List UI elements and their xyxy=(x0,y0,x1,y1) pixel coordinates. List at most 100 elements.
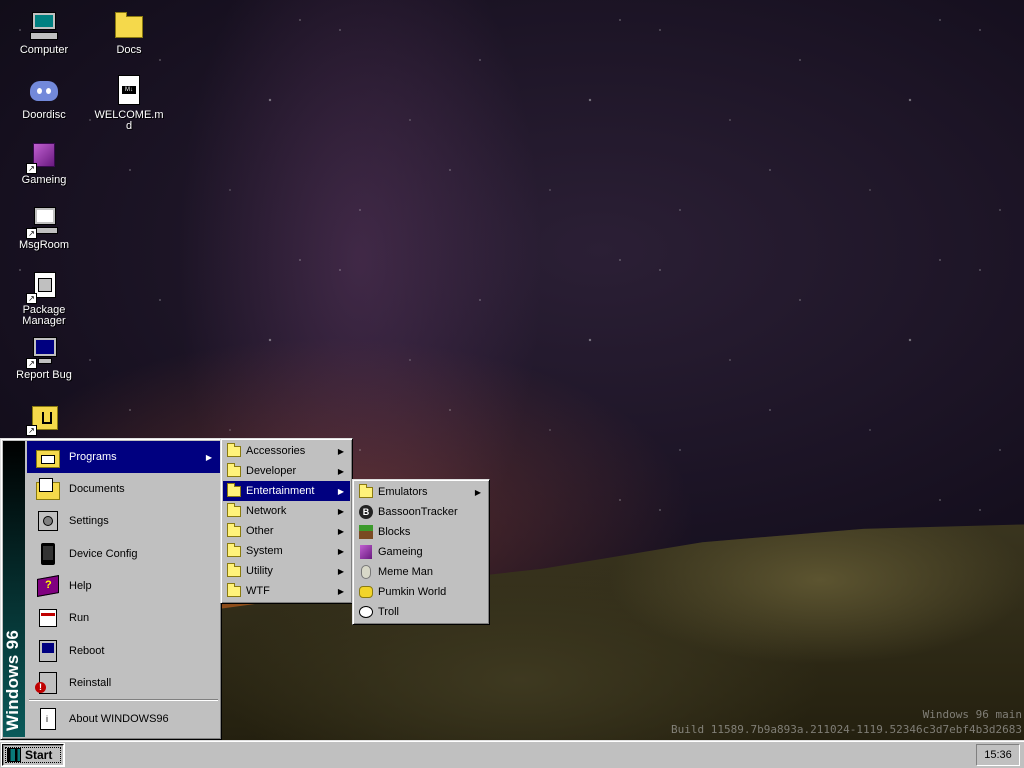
shortcut-arrow-icon: ↗ xyxy=(26,163,37,174)
monitor-icon: ↗ xyxy=(26,335,60,369)
entertainment-item-label: Troll xyxy=(378,606,399,618)
discord-icon xyxy=(28,75,60,107)
entertainment-item-label: Blocks xyxy=(378,526,411,538)
folder-icon xyxy=(226,483,242,499)
desktop-icon-label: Report Bug xyxy=(16,369,72,381)
desktop-icon-label: Computer xyxy=(19,44,69,56)
programs-item-label: Network xyxy=(246,505,287,517)
start-menu-item-reinstall[interactable]: ! Reinstall xyxy=(27,667,220,699)
start-button-label: Start xyxy=(25,748,53,762)
start-menu-item-help[interactable]: ? Help xyxy=(27,570,220,602)
start-menu: Windows 96 Programs ▶ Documents Settings… xyxy=(0,438,222,740)
folder-icon xyxy=(226,443,242,459)
desktop-icon-computer[interactable]: Computer xyxy=(8,10,80,56)
start-menu-item-reboot[interactable]: Reboot xyxy=(27,635,220,667)
start-menu-item-run[interactable]: Run xyxy=(27,602,220,634)
shortcut-arrow-icon: ↗ xyxy=(26,228,37,239)
submenu-arrow-icon: ▶ xyxy=(337,586,344,596)
taskbar-clock[interactable]: 15:36 xyxy=(976,744,1020,766)
desktop-icon-package-manager[interactable]: ↗ Package Manager xyxy=(8,270,80,327)
programs-item-label: Accessories xyxy=(246,445,306,457)
entertainment-item-meme-man[interactable]: Meme Man xyxy=(355,562,487,582)
start-menu-item-label: Programs xyxy=(69,451,117,463)
folder-icon xyxy=(226,563,242,579)
start-menu-item-label: Reinstall xyxy=(69,677,112,689)
start-menu-item-label: Device Config xyxy=(69,548,138,560)
desktop-icon-doordisc[interactable]: Doordisc xyxy=(8,75,80,121)
desktop-icon-label: Docs xyxy=(116,44,142,56)
folder-icon xyxy=(226,583,242,599)
programs-item-entertainment[interactable]: Entertainment ▶ xyxy=(223,481,350,501)
build-line-1: Windows 96 main xyxy=(922,708,1022,721)
network-folder-icon: ↗ xyxy=(26,402,60,436)
programs-item-system[interactable]: System ▶ xyxy=(223,541,350,561)
shortcut-arrow-icon: ↗ xyxy=(26,425,37,436)
build-watermark: Windows 96 main Build 11589.7b9a893a.211… xyxy=(671,707,1022,737)
programs-submenu: Accessories ▶ Developer ▶ Entertainment … xyxy=(220,438,353,604)
start-menu-brand: Windows 96 xyxy=(3,629,22,731)
programs-item-accessories[interactable]: Accessories ▶ xyxy=(223,441,350,461)
entertainment-item-pumkin-world[interactable]: Pumkin World xyxy=(355,582,487,602)
entertainment-item-emulators[interactable]: Emulators ▶ xyxy=(355,482,487,502)
programs-item-utility[interactable]: Utility ▶ xyxy=(223,561,350,581)
shortcut-arrow-icon: ↗ xyxy=(26,358,37,369)
start-menu-item-device-config[interactable]: Device Config xyxy=(27,538,220,570)
desktop-icon-label: Gameing xyxy=(21,174,67,186)
computer-icon xyxy=(28,10,60,42)
submenu-arrow-icon: ▶ xyxy=(337,546,344,556)
desktop-icon-unlabeled[interactable]: ↗ xyxy=(8,402,80,437)
desktop-icon-docs[interactable]: Docs xyxy=(93,10,165,56)
start-menu-item-label: Documents xyxy=(69,483,125,495)
programs-item-other[interactable]: Other ▶ xyxy=(223,521,350,541)
reboot-icon xyxy=(35,638,61,664)
submenu-arrow-icon: ▶ xyxy=(337,466,344,476)
desktop-icon-welcome[interactable]: M↓ WELCOME.md xyxy=(93,75,165,132)
entertainment-item-label: Meme Man xyxy=(378,566,434,578)
start-menu-sidebar: Windows 96 xyxy=(3,441,25,737)
markdown-file-icon: M↓ xyxy=(113,75,145,107)
start-menu-item-settings[interactable]: Settings xyxy=(27,505,220,537)
entertainment-item-bassoontracker[interactable]: B BassoonTracker xyxy=(355,502,487,522)
programs-item-label: WTF xyxy=(246,585,270,597)
entertainment-item-gameing[interactable]: Gameing xyxy=(355,542,487,562)
bassoontracker-icon: B xyxy=(358,504,374,520)
info-icon: i xyxy=(35,706,61,732)
help-book-icon: ? xyxy=(35,573,61,599)
programs-item-developer[interactable]: Developer ▶ xyxy=(223,461,350,481)
entertainment-item-blocks[interactable]: Blocks xyxy=(355,522,487,542)
programs-item-label: Entertainment xyxy=(246,485,315,497)
desktop-icon-label: Doordisc xyxy=(22,109,66,121)
submenu-arrow-icon: ▶ xyxy=(337,506,344,516)
desktop-icon-msgroom[interactable]: ↗ MsgRoom xyxy=(8,205,80,251)
submenu-arrow-icon: ▶ xyxy=(337,566,344,576)
start-menu-item-label: Help xyxy=(69,580,92,592)
entertainment-item-label: Emulators xyxy=(378,486,428,498)
entertainment-item-label: BassoonTracker xyxy=(378,506,458,518)
meme-man-icon xyxy=(358,564,374,580)
programs-item-label: Utility xyxy=(246,565,273,577)
cube-icon xyxy=(358,544,374,560)
start-button[interactable]: Start xyxy=(2,744,64,766)
programs-item-network[interactable]: Network ▶ xyxy=(223,501,350,521)
phone-icon xyxy=(35,541,61,567)
desktop-icon-report-bug[interactable]: ↗ Report Bug xyxy=(8,335,80,381)
folder-icon xyxy=(226,543,242,559)
entertainment-submenu: Emulators ▶ B BassoonTracker Blocks Game… xyxy=(352,479,490,625)
submenu-arrow-icon: ▶ xyxy=(474,487,481,497)
desktop-icon-gameing[interactable]: ↗ Gameing xyxy=(8,140,80,186)
folder-icon xyxy=(226,523,242,539)
folder-icon xyxy=(226,503,242,519)
programs-item-label: System xyxy=(246,545,283,557)
start-menu-item-documents[interactable]: Documents xyxy=(27,473,220,505)
folder-icon xyxy=(358,484,374,500)
clock-time: 15:36 xyxy=(984,749,1012,761)
submenu-arrow-icon: ▶ xyxy=(337,486,344,496)
folder-icon xyxy=(113,10,145,42)
start-menu-item-about[interactable]: i About WINDOWS96 xyxy=(27,703,220,735)
reinstall-icon: ! xyxy=(35,670,61,696)
desktop-icon-label: MsgRoom xyxy=(18,239,70,251)
programs-item-wtf[interactable]: WTF ▶ xyxy=(223,581,350,601)
entertainment-item-troll[interactable]: Troll xyxy=(355,602,487,622)
start-menu-item-programs[interactable]: Programs ▶ xyxy=(27,441,220,473)
start-menu-item-label: Reboot xyxy=(69,645,105,657)
